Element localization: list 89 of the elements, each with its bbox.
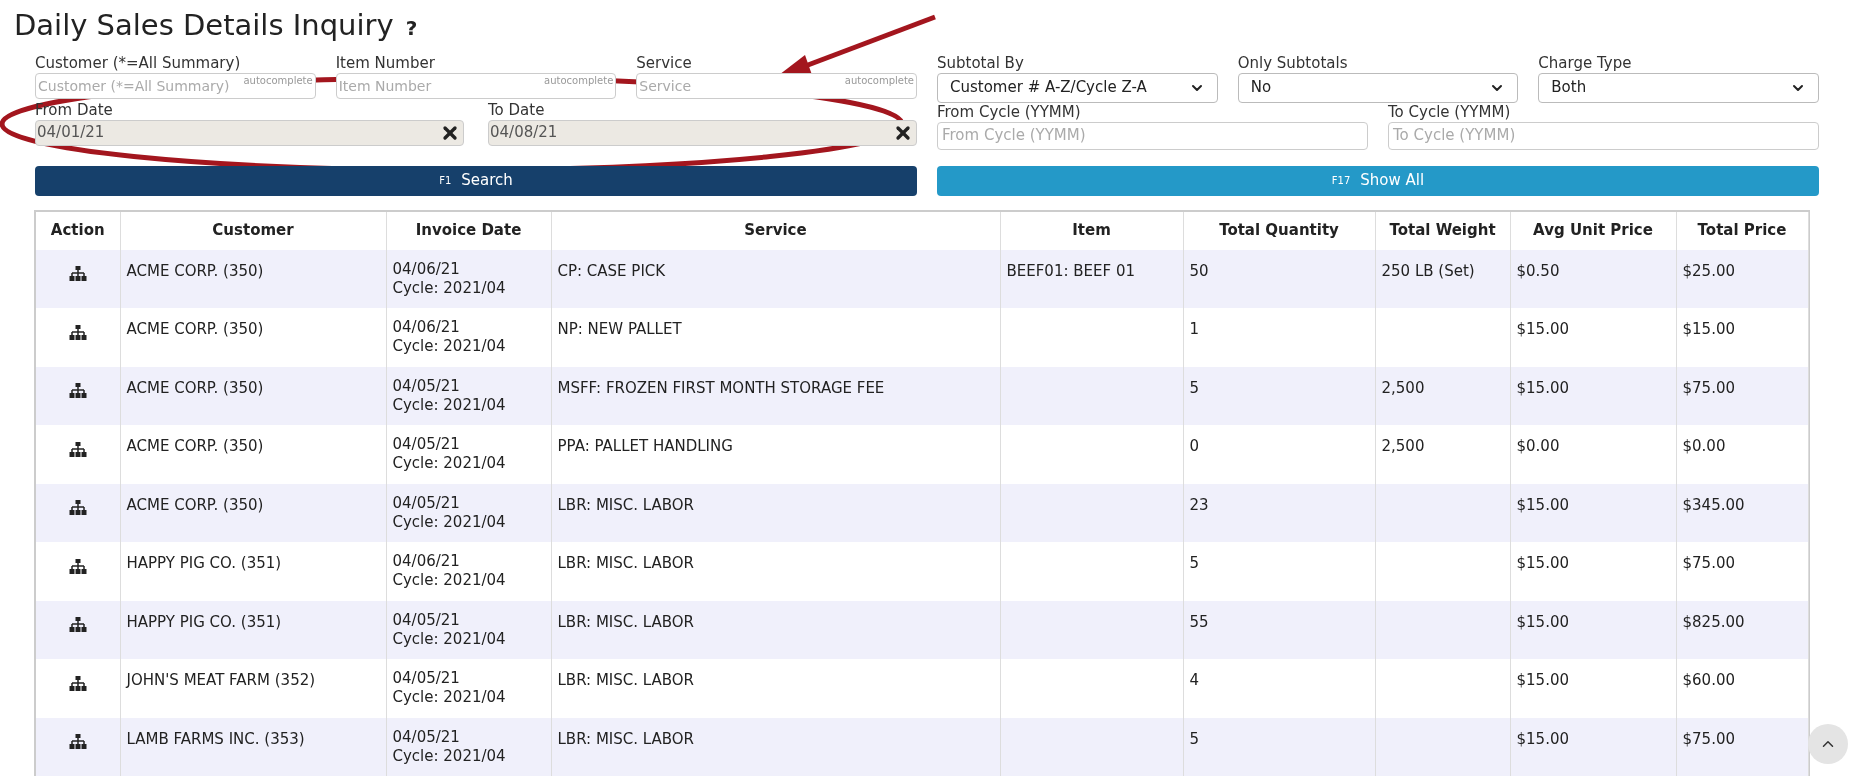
hierarchy-icon[interactable] [68, 734, 87, 750]
invoice-date: 04/06/21 [392, 318, 461, 337]
field-label: Subtotal By [937, 53, 1025, 73]
column-header: Customer [120, 211, 386, 250]
column-header: Invoice Date [386, 211, 551, 250]
select-dropdown[interactable]: Customer # A-Z/Cycle Z-A [937, 72, 1218, 103]
hierarchy-icon[interactable] [68, 675, 87, 692]
table-cell: ACME CORP. (350) [120, 425, 386, 484]
table-cell: $15.00 [1510, 542, 1676, 601]
column-header: Total Weight [1375, 211, 1510, 250]
date-value: 04/01/21 [36, 122, 106, 144]
field-label: Service [636, 53, 693, 73]
cycle-text: Cycle: 2021/04 [392, 629, 507, 649]
table-cell: NP: NEW PALLET [551, 308, 1000, 367]
table-cell: 4 [1183, 659, 1375, 718]
table-cell: $75.00 [1676, 717, 1808, 776]
field-label: Customer (*=All Summary) [35, 53, 242, 73]
field-label: Item Number [335, 53, 436, 73]
field-label: Charge Type [1538, 53, 1633, 73]
autocomplete-hint: autocomplete [544, 73, 614, 87]
table-cell: PPA: PALLET HANDLING [551, 425, 1000, 484]
cycle-text: Cycle: 2021/04 [392, 512, 507, 532]
hierarchy-icon[interactable] [68, 266, 87, 282]
invoice-date: 04/05/21 [392, 493, 461, 513]
field-label: From Date [35, 100, 114, 120]
hierarchy-icon[interactable] [68, 383, 87, 399]
table-cell: 5 [1183, 717, 1375, 776]
table-cell: HAPPY PIG CO. (351) [120, 542, 386, 601]
placeholder-text: Item Number [338, 76, 432, 95]
column-header: Avg Unit Price [1510, 211, 1676, 250]
cycle-text: Cycle: 2021/04 [392, 746, 507, 766]
cycle-text: Cycle: 2021/04 [392, 395, 507, 415]
table-cell: $15.00 [1510, 717, 1676, 776]
cycle-text: Cycle: 2021/04 [392, 571, 507, 590]
invoice-date: 04/05/21 [392, 610, 461, 630]
table-cell: LAMB FARMS INC. (353) [120, 717, 386, 776]
column-header: Total Price [1676, 211, 1808, 250]
table-cell: $15.00 [1510, 659, 1676, 718]
table-cell: 2,500 [1375, 425, 1510, 484]
date-field[interactable]: 04/08/21 [488, 119, 917, 146]
hierarchy-icon[interactable] [68, 617, 87, 633]
invoice-date: 04/05/21 [392, 669, 461, 688]
autocomplete-hint: autocomplete [844, 73, 914, 87]
cycle-text: Cycle: 2021/04 [392, 278, 507, 298]
field-label: Only Subtotals [1237, 53, 1349, 73]
hierarchy-icon[interactable] [68, 441, 87, 458]
date-field[interactable]: 04/01/21 [35, 119, 464, 146]
table-cell: 1 [1183, 308, 1375, 367]
table-cell: $75.00 [1676, 542, 1808, 601]
column-header: Action [36, 211, 120, 250]
table-cell: 0 [1183, 425, 1375, 484]
table-cell: LBR: MISC. LABOR [551, 659, 1000, 718]
cycle-text: Cycle: 2021/04 [392, 688, 507, 707]
invoice-date: 04/05/21 [392, 435, 461, 454]
table-cell: $0.00 [1676, 425, 1808, 484]
field-label: From Cycle (YYMM) [937, 102, 1082, 122]
placeholder-text: Service [639, 76, 692, 95]
page-title: Daily Sales Details Inquiry [14, 7, 394, 44]
action-button[interactable]: F17 Show All [937, 165, 1819, 196]
field-label: To Date [488, 100, 546, 120]
invoice-date: 04/06/21 [392, 552, 461, 571]
placeholder-text: Customer (*=All Summary) [38, 76, 230, 95]
table-cell: $15.00 [1676, 308, 1808, 367]
table-cell: 5 [1183, 542, 1375, 601]
column-header: Total Quantity [1183, 211, 1375, 250]
help-link[interactable]: ? [405, 13, 418, 43]
autocomplete-hint: autocomplete [243, 73, 313, 87]
invoice-date: 04/05/21 [392, 727, 461, 747]
column-header: Service [551, 211, 1000, 250]
table-cell: $0.00 [1510, 425, 1676, 484]
hierarchy-icon[interactable] [68, 558, 87, 575]
invoice-date: 04/05/21 [392, 376, 461, 396]
hierarchy-icon[interactable] [68, 500, 87, 516]
action-button[interactable]: F1 Search [35, 165, 917, 196]
select-dropdown[interactable]: Both [1538, 72, 1819, 103]
column-header: Item [1000, 211, 1183, 250]
table-cell: LBR: MISC. LABOR [551, 717, 1000, 776]
hierarchy-icon[interactable] [68, 324, 87, 341]
cycle-text: Cycle: 2021/04 [392, 337, 507, 356]
table-cell: ACME CORP. (350) [120, 308, 386, 367]
cycle-text: Cycle: 2021/04 [392, 454, 507, 473]
field-label: To Cycle (YYMM) [1388, 102, 1512, 122]
table-cell: $15.00 [1510, 308, 1676, 367]
date-value: 04/08/21 [489, 122, 559, 144]
table-cell: JOHN'S MEAT FARM (352) [120, 659, 386, 718]
select-dropdown[interactable]: No [1237, 72, 1519, 103]
table-cell: LBR: MISC. LABOR [551, 542, 1000, 601]
invoice-date: 04/06/21 [392, 259, 461, 279]
table-cell: $60.00 [1676, 659, 1808, 718]
